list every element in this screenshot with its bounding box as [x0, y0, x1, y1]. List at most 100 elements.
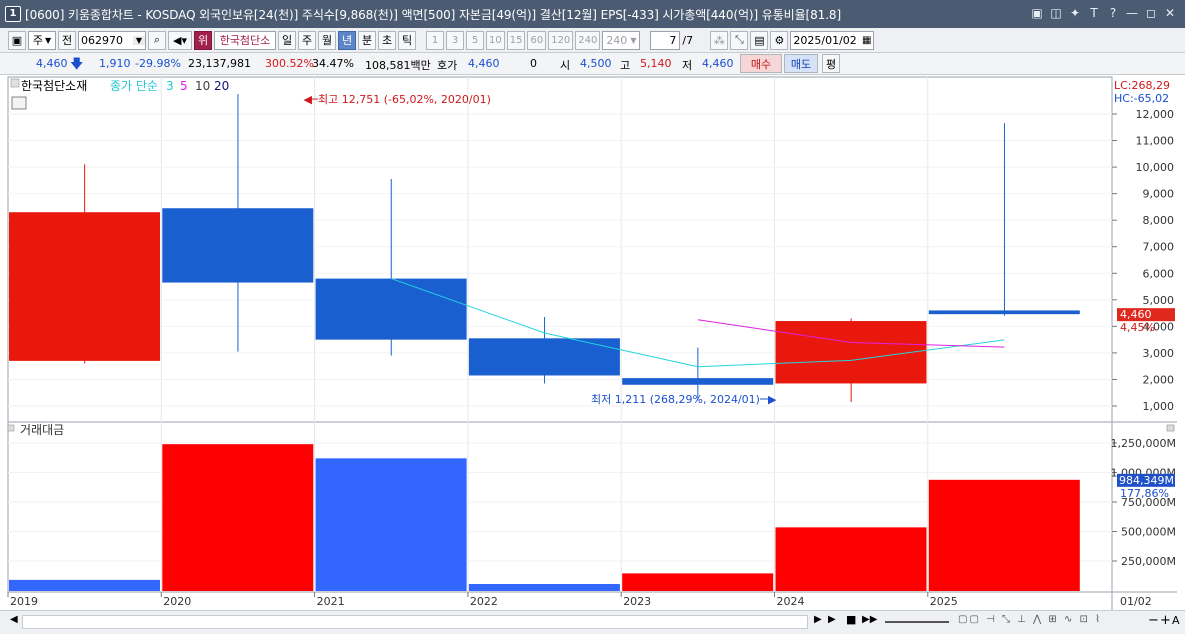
y-tick-label: 1,000: [1143, 400, 1175, 413]
turnover-rate: 34.47%: [312, 57, 354, 70]
pin-icon[interactable]: ✦: [1068, 5, 1082, 21]
scope-button[interactable]: 전: [58, 30, 76, 50]
speaker-icon[interactable]: ◀▾: [168, 30, 192, 50]
volume-bar: [928, 479, 1080, 591]
sell-button[interactable]: 매도: [784, 54, 818, 73]
text-tool-icon[interactable]: A: [1172, 614, 1180, 627]
average-button[interactable]: 평: [822, 54, 840, 73]
x-tick-label: 2025: [930, 595, 958, 608]
chart-svg[interactable]: ◀▶ 1,0002,0003,0004,0005,0006,0007,0008,…: [0, 75, 1185, 610]
ma-legend-3: 3: [166, 79, 174, 93]
y-tick-label: 10,000: [1136, 161, 1175, 174]
fast-forward-icon[interactable]: ▶▶: [862, 614, 877, 625]
x-axis-right-label: 01/02: [1120, 595, 1152, 608]
count-input[interactable]: 7: [650, 30, 681, 50]
period-month[interactable]: 월: [318, 30, 336, 50]
period-second[interactable]: 초: [378, 30, 396, 50]
interval-10[interactable]: 10: [486, 30, 505, 50]
buy-button[interactable]: 매수: [740, 54, 782, 73]
horizontal-scrollbar[interactable]: [22, 615, 808, 629]
volume-bar: [162, 444, 314, 591]
date-value: 2025/01/02: [793, 33, 857, 47]
scroll-left-icon[interactable]: ◀: [10, 614, 18, 625]
interval-60[interactable]: 60: [527, 30, 547, 50]
interval-120[interactable]: 120: [548, 30, 574, 50]
highest-price-annotation: 최고 12,751 (-65,02%, 2020/01): [318, 93, 491, 106]
window-controls: ▣ ◫ ✦ T ? — ◻ ✕: [1030, 5, 1177, 21]
volume-ratio: 300.52%: [265, 57, 314, 70]
zoom-in-icon[interactable]: +: [1160, 613, 1171, 628]
copy-window-icon[interactable]: ◫: [1049, 5, 1063, 21]
close-button[interactable]: ✕: [1163, 5, 1177, 21]
save-icon[interactable]: ▤: [750, 30, 769, 50]
last-volume-label: 984,349M: [1119, 474, 1174, 487]
screen-icon[interactable]: ▣: [1030, 5, 1044, 21]
ma-legend-5: 5: [180, 79, 188, 93]
y-tick-label: 2,000: [1143, 373, 1175, 386]
hc-label: HC:-65,02: [1114, 92, 1169, 105]
panel-handle-icon[interactable]: [10, 78, 20, 88]
market-select[interactable]: 주 ▼: [28, 30, 56, 50]
zoom-out-icon[interactable]: −: [1148, 613, 1159, 628]
rank-badge[interactable]: 위: [194, 30, 212, 50]
y-tick-label: 9,000: [1143, 188, 1175, 201]
candle-body: [468, 338, 620, 376]
layout-icon[interactable]: ▣: [8, 30, 26, 50]
high-label: 고: [620, 59, 631, 72]
gear-icon[interactable]: ⚙: [770, 30, 789, 50]
play-icon[interactable]: ▶: [828, 614, 836, 625]
link-icon[interactable]: ⁂: [710, 30, 729, 50]
open-price: 4,500: [580, 57, 612, 70]
x-tick-label: 2022: [470, 595, 498, 608]
chevron-down-icon: ▼: [630, 35, 637, 45]
table-icon[interactable]: [11, 96, 27, 110]
x-tick-label: 2023: [623, 595, 651, 608]
minimize-button[interactable]: —: [1125, 5, 1139, 21]
help-icon[interactable]: ?: [1106, 5, 1120, 21]
maximize-button[interactable]: ◻: [1144, 5, 1158, 21]
lc-label: LC:268,29: [1114, 79, 1170, 92]
price-panel-title: 한국첨단소재: [21, 79, 87, 93]
chevron-down-icon: ▼: [133, 35, 145, 45]
search-icon[interactable]: ⌕: [148, 30, 166, 50]
scroll-right-icon[interactable]: ▶: [814, 614, 822, 625]
volume-bar: [315, 458, 467, 591]
candle-body: [928, 310, 1080, 315]
font-icon[interactable]: T: [1087, 5, 1101, 21]
period-tick[interactable]: 틱: [398, 30, 416, 50]
count-value: 7: [669, 33, 677, 47]
interval-15[interactable]: 15: [506, 30, 526, 50]
period-year[interactable]: 년: [338, 30, 356, 50]
stop-icon[interactable]: ■: [846, 613, 856, 626]
period-day[interactable]: 일: [278, 30, 296, 50]
interval-5[interactable]: 5: [466, 30, 484, 50]
stock-code-input[interactable]: 062970 ▼: [78, 30, 146, 50]
chart-type-icons[interactable]: ▢▢ ⊣ ⤡ ⊥ ⋀ ⊞ ∿ ⊡ ⌇: [958, 614, 1102, 625]
interval-240[interactable]: 240: [575, 30, 601, 50]
panel-close-icon[interactable]: [1166, 424, 1175, 432]
interval-select[interactable]: 240 ▼: [602, 30, 641, 50]
candle-body: [775, 321, 927, 384]
date-input[interactable]: 2025/01/02 ▦: [790, 30, 875, 50]
ma-legend-prefix: 종가 단순: [110, 79, 158, 93]
interval-1[interactable]: 1: [426, 30, 444, 50]
stock-name-field: 한국첨단소: [214, 30, 276, 50]
toolbar: ▣ 주 ▼ 전 062970 ▼ ⌕ ◀▾ 위 한국첨단소 일 주 월 년 분 초 …: [0, 28, 1185, 53]
zoom-slider[interactable]: [885, 621, 949, 623]
bottom-scroll-bar: ◀ ▶ ▶ ■ ▶▶ ▢▢ ⊣ ⤡ ⊥ ⋀ ⊞ ∿ ⊡ ⌇ − + A: [0, 610, 1185, 634]
volume-bar: [622, 573, 774, 591]
chart-area[interactable]: ◀ ▶ 1,000 2,000 3,000 4,000 5,000 6,000 7,000 8,…: [0, 75, 1185, 610]
y-tick-label: 12,000: [1136, 108, 1175, 121]
chart-tool-icon[interactable]: ⤡: [730, 30, 749, 50]
lowest-price-annotation: 최저 1,211 (268,29%, 2024/01): [591, 393, 760, 406]
ma-legend-20: 20: [214, 79, 229, 93]
panel-handle-icon[interactable]: [7, 424, 15, 432]
interval-3[interactable]: 3: [446, 30, 464, 50]
period-minute[interactable]: 분: [358, 30, 376, 50]
window-title: [0600] 키움종합차트 - KOSDAQ 외국인보유[24(천)] 주식수[…: [25, 7, 842, 22]
trade-amount: 108,581백만: [365, 59, 431, 72]
y-tick-label: 11,000: [1136, 135, 1175, 148]
calendar-icon[interactable]: ▦: [862, 35, 871, 46]
open-label: 시: [560, 59, 571, 72]
period-week[interactable]: 주: [298, 30, 316, 50]
